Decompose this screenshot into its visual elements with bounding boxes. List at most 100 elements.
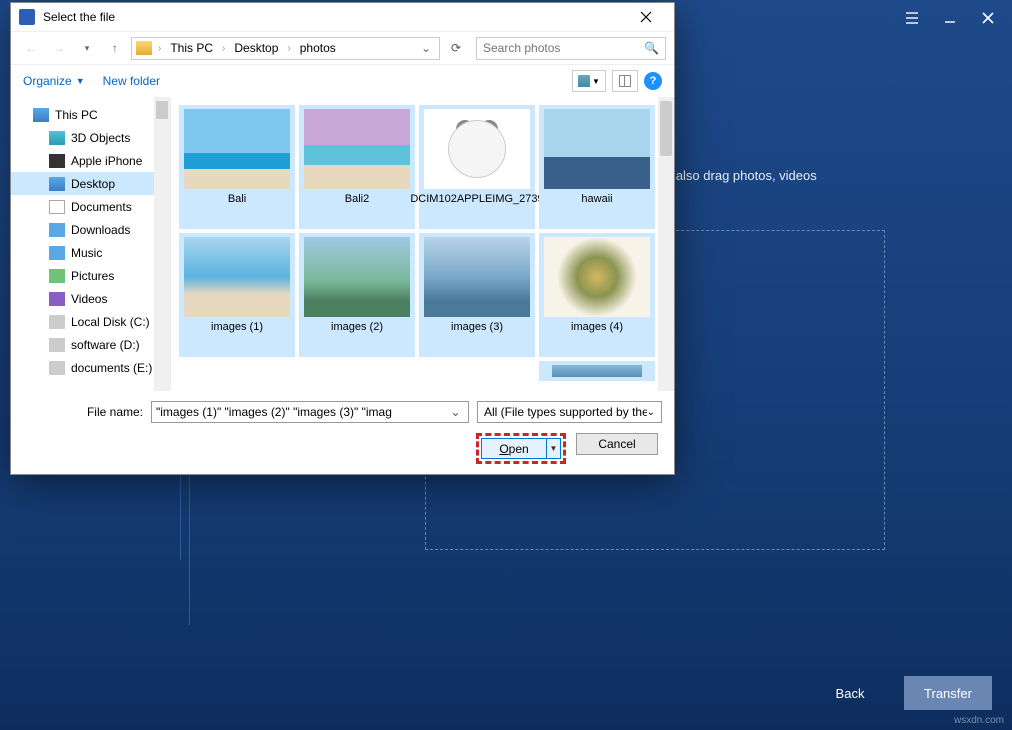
file-label: images (3) <box>451 321 503 334</box>
folder-icon <box>49 338 65 352</box>
tree-item[interactable]: Apple iPhone <box>11 149 170 172</box>
filename-field[interactable] <box>156 405 447 419</box>
folder-icon <box>49 131 65 145</box>
tree-item-label: documents (E:) <box>71 361 152 375</box>
back-button[interactable]: Back <box>806 676 894 710</box>
transfer-button[interactable]: Transfer <box>904 676 992 710</box>
chevron-down-icon[interactable]: ⌄ <box>647 407 655 418</box>
thumbnail-image <box>544 237 650 317</box>
folder-icon <box>49 361 65 375</box>
chevron-right-icon: › <box>285 43 292 54</box>
folder-icon <box>49 269 65 283</box>
file-thumbnail[interactable]: Bali2 <box>299 105 415 229</box>
tree-item[interactable]: Downloads <box>11 218 170 241</box>
file-thumbnail[interactable]: hawaii <box>539 105 655 229</box>
tree-item[interactable]: Pictures <box>11 264 170 287</box>
tree-item-label: Desktop <box>71 177 115 191</box>
list-icon[interactable] <box>902 8 922 28</box>
folder-icon <box>136 41 152 55</box>
breadcrumb-photos[interactable]: photos <box>297 41 339 55</box>
app-icon <box>19 9 35 25</box>
refresh-icon[interactable]: ⟳ <box>444 36 468 60</box>
folder-icon <box>33 108 49 122</box>
tree-item[interactable]: Videos <box>11 287 170 310</box>
file-thumbnail[interactable]: Bali <box>179 105 295 229</box>
grid-scrollbar[interactable] <box>658 97 674 391</box>
chevron-right-icon: › <box>220 43 227 54</box>
tree-item[interactable]: Desktop <box>11 172 170 195</box>
folder-icon <box>49 154 65 168</box>
thumbnail-image <box>552 365 642 377</box>
thumbnail-image <box>424 237 530 317</box>
filename-input[interactable]: ⌄ <box>151 401 469 423</box>
help-icon[interactable]: ? <box>644 72 662 90</box>
file-thumbnail[interactable]: images (3) <box>419 233 535 357</box>
tree-item[interactable]: Local Disk (C:) <box>11 310 170 333</box>
nav-back-icon[interactable]: ← <box>19 36 43 60</box>
dialog-close-button[interactable] <box>626 3 666 31</box>
app-footer: Back Transfer <box>806 676 992 710</box>
file-grid: BaliBali2DCIM102APPLEIMG_2739hawaiiimage… <box>171 97 674 391</box>
tree-item-label: Downloads <box>71 223 130 237</box>
breadcrumb[interactable]: › This PC › Desktop › photos ⌄ <box>131 37 440 60</box>
tree-item-label: Videos <box>71 292 107 306</box>
file-label: images (4) <box>571 321 623 334</box>
tree-item[interactable]: 3D Objects <box>11 126 170 149</box>
tree-item-label: software (D:) <box>71 338 140 352</box>
open-dropdown[interactable]: ▼ <box>547 438 561 459</box>
dialog-footer: File name: ⌄ All (File types supported b… <box>11 391 674 474</box>
watermark: wsxdn.com <box>954 715 1004 726</box>
tree-item-label: This PC <box>55 108 98 122</box>
tree-item-label: Local Disk (C:) <box>71 315 150 329</box>
thumbnail-image <box>184 237 290 317</box>
cancel-button[interactable]: Cancel <box>576 433 658 455</box>
file-thumbnail[interactable]: images (4) <box>539 233 655 357</box>
tree-item[interactable]: Documents <box>11 195 170 218</box>
open-button-highlight: Open ▼ <box>476 433 566 464</box>
close-icon[interactable] <box>978 8 998 28</box>
file-thumbnail[interactable]: images (1) <box>179 233 295 357</box>
nav-row: ← → ▾ ↑ › This PC › Desktop › photos ⌄ ⟳… <box>11 31 674 65</box>
search-field[interactable] <box>483 41 644 55</box>
thumbnail-image <box>304 109 410 189</box>
tree-scrollbar[interactable] <box>154 97 170 391</box>
breadcrumb-desktop[interactable]: Desktop <box>231 41 281 55</box>
folder-icon <box>49 246 65 260</box>
tree-item-label: Documents <box>71 200 132 214</box>
nav-up-icon[interactable]: ↑ <box>103 36 127 60</box>
folder-icon <box>49 177 65 191</box>
chevron-down-icon[interactable]: ⌄ <box>447 405 464 419</box>
search-icon[interactable]: 🔍 <box>644 41 659 55</box>
open-button[interactable]: Open <box>481 438 547 459</box>
chevron-down-icon[interactable]: ⌄ <box>417 41 435 55</box>
search-input[interactable]: 🔍 <box>476 37 666 60</box>
folder-icon <box>49 223 65 237</box>
file-label: DCIM102APPLEIMG_2739 <box>410 193 543 206</box>
organize-menu[interactable]: Organize▼ <box>23 74 85 88</box>
file-label: images (1) <box>211 321 263 334</box>
thumbnail-image <box>424 109 530 189</box>
file-label: hawaii <box>581 193 612 206</box>
filetype-select[interactable]: All (File types supported by the ⌄ <box>477 401 662 423</box>
dialog-titlebar: Select the file <box>11 3 674 31</box>
folder-icon <box>49 200 65 214</box>
view-mode-button[interactable]: ▼ <box>572 70 606 92</box>
folder-icon <box>49 315 65 329</box>
nav-forward-icon[interactable]: → <box>47 36 71 60</box>
tree-item[interactable]: software (D:) <box>11 333 170 356</box>
chevron-right-icon: › <box>156 43 163 54</box>
thumbnail-image <box>544 109 650 189</box>
chevron-down-icon[interactable]: ▾ <box>75 36 99 60</box>
minimize-icon[interactable] <box>940 8 960 28</box>
file-thumbnail[interactable]: DCIM102APPLEIMG_2739 <box>419 105 535 229</box>
tree-item[interactable]: documents (E:) <box>11 356 170 379</box>
tree-item[interactable]: This PC <box>11 103 170 126</box>
tree-item-label: 3D Objects <box>71 131 130 145</box>
file-thumbnail[interactable] <box>539 361 655 381</box>
dialog-body: This PC 3D Objects Apple iPhone Desktop Docu… <box>11 97 674 391</box>
new-folder-button[interactable]: New folder <box>103 74 160 88</box>
file-thumbnail[interactable]: images (2) <box>299 233 415 357</box>
breadcrumb-root[interactable]: This PC <box>167 41 216 55</box>
tree-item[interactable]: Music <box>11 241 170 264</box>
preview-pane-button[interactable] <box>612 70 638 92</box>
